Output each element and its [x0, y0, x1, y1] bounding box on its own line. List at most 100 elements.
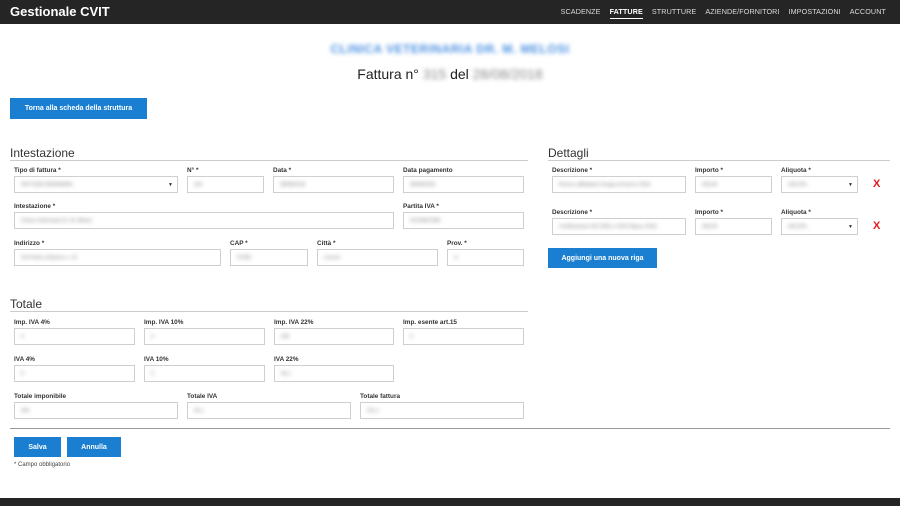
- dettagli-divider: [548, 160, 890, 161]
- save-button[interactable]: Salva: [14, 437, 61, 457]
- nav-fatture[interactable]: FATTURE: [609, 6, 643, 19]
- totale-fattura-input[interactable]: 311,1: [360, 402, 524, 419]
- descrizione-input[interactable]: Ricerca affidatario Gruppo di lavoro 201…: [552, 176, 686, 193]
- app-title[interactable]: Gestionale CVIT: [10, 4, 110, 19]
- descrizione-input[interactable]: Certificazione ISO 9001 e 2015 Marzo 201…: [552, 218, 686, 235]
- tipo-fattura-select[interactable]: FATTURA ORDINARIA ▼: [14, 176, 178, 193]
- invoice-date: 28/08/2018: [472, 66, 543, 82]
- invoice-number: 315: [422, 66, 447, 82]
- imp-esente-input[interactable]: 0: [403, 328, 524, 345]
- imp-iva-22-input[interactable]: 255: [274, 328, 394, 345]
- totale-imponibile-label: Totale imponibile: [14, 393, 67, 400]
- date-prefix: del: [450, 66, 469, 82]
- nav-strutture[interactable]: STRUTTURE: [652, 0, 696, 24]
- descrizione-label: Descrizione *: [552, 209, 593, 216]
- nav-account[interactable]: ACCOUNT: [850, 0, 886, 24]
- tipo-fattura-value: FATTURA ORDINARIA: [21, 182, 73, 188]
- tipo-fattura-label: Tipo di fattura *: [14, 167, 61, 174]
- descrizione-value: Ricerca affidatario Gruppo di lavoro 201…: [559, 182, 651, 188]
- imp-iva-4-input[interactable]: 0: [14, 328, 135, 345]
- iva-22-label: IVA 22%: [274, 356, 299, 363]
- aliquota-select[interactable]: IVA 22% ▼: [781, 218, 858, 235]
- aliquota-label: Aliquota *: [781, 167, 811, 174]
- iva-4-input[interactable]: 0: [14, 365, 135, 382]
- intestazione-value: Clinica Veterinaria Dr. M. Melosi: [21, 218, 92, 224]
- caret-down-icon: ▼: [848, 224, 853, 230]
- cap-input[interactable]: 57000: [230, 249, 308, 266]
- imp-iva-4-value: 0: [21, 334, 24, 340]
- totale-imponibile-input[interactable]: 255: [14, 402, 178, 419]
- cap-value: 57000: [237, 255, 251, 261]
- intestazione-heading: Intestazione: [10, 146, 75, 160]
- iva-10-input[interactable]: 0: [144, 365, 265, 382]
- delete-row-icon[interactable]: X: [873, 220, 880, 232]
- partita-iva-input[interactable]: 01234567890: [403, 212, 524, 229]
- caret-down-icon: ▼: [848, 182, 853, 188]
- invoice-prefix: Fattura n°: [357, 66, 419, 82]
- totale-divider: [10, 311, 528, 312]
- add-row-button[interactable]: Aggiungi una nuova riga: [548, 248, 657, 268]
- descrizione-label: Descrizione *: [552, 167, 593, 174]
- citta-value: Livorno: [324, 255, 341, 261]
- totale-fattura-value: 311,1: [367, 408, 380, 414]
- imp-iva-10-input[interactable]: 0: [144, 328, 265, 345]
- clinic-name-text: CLINICA VETERINARIA DR. M. MELOSI: [330, 42, 570, 56]
- data-input[interactable]: 28/08/2018: [273, 176, 394, 193]
- iva-10-label: IVA 10%: [144, 356, 169, 363]
- importo-value: 200,00: [702, 182, 718, 188]
- imp-iva-4-label: Imp. IVA 4%: [14, 319, 50, 326]
- caret-down-icon: ▼: [168, 182, 173, 188]
- citta-input[interactable]: Livorno: [317, 249, 438, 266]
- imp-iva-10-label: Imp. IVA 10%: [144, 319, 184, 326]
- importo-label: Importo *: [695, 167, 724, 174]
- data-label: Data *: [273, 167, 292, 174]
- nav-aziende-fornitori[interactable]: AZIENDE/FORNITORI: [705, 0, 779, 24]
- importo-input[interactable]: 200,00: [695, 176, 772, 193]
- footer-bar: [0, 498, 900, 506]
- numero-value: 315: [194, 182, 203, 188]
- importo-value: 200,00: [702, 224, 718, 230]
- intestazione-input[interactable]: Clinica Veterinaria Dr. M. Melosi: [14, 212, 394, 229]
- indirizzo-value: Via Ponte al Bacino n. 15: [21, 255, 78, 261]
- top-navbar: Gestionale CVIT SCADENZE FATTURE STRUTTU…: [0, 0, 900, 24]
- page-title: Fattura n° 315 del 28/08/2018: [0, 66, 900, 82]
- partita-iva-label: Partita IVA *: [403, 203, 439, 210]
- provincia-input[interactable]: LI: [447, 249, 524, 266]
- data-value: 28/08/2018: [280, 182, 306, 188]
- totale-imponibile-value: 255: [21, 408, 30, 414]
- iva-10-value: 0: [151, 371, 154, 377]
- provincia-label: Prov. *: [447, 240, 467, 247]
- iva-22-input[interactable]: 56,1: [274, 365, 394, 382]
- totale-fattura-label: Totale fattura: [360, 393, 401, 400]
- iva-22-value: 56,1: [281, 371, 291, 377]
- iva-4-value: 0: [21, 371, 24, 377]
- importo-input[interactable]: 200,00: [695, 218, 772, 235]
- imp-esente-value: 0: [410, 334, 413, 340]
- data-pagamento-label: Data pagamento: [403, 167, 453, 174]
- imp-iva-10-value: 0: [151, 334, 154, 340]
- aliquota-value: IVA 22%: [788, 224, 807, 230]
- aliquota-select[interactable]: IVA 22% ▼: [781, 176, 858, 193]
- numero-label: N° *: [187, 167, 199, 174]
- nav-scadenze[interactable]: SCADENZE: [561, 0, 601, 24]
- descrizione-value: Certificazione ISO 9001 e 2015 Marzo 201…: [559, 224, 657, 230]
- imp-esente-label: Imp. esente art.15: [403, 319, 457, 326]
- actions-divider: [10, 428, 890, 429]
- totale-iva-label: Totale IVA: [187, 393, 218, 400]
- totale-heading: Totale: [10, 297, 43, 311]
- data-pagamento-input[interactable]: 28/08/2018: [403, 176, 524, 193]
- dettagli-heading: Dettagli: [548, 146, 589, 160]
- totale-iva-value: 56,1: [194, 408, 204, 414]
- numero-input[interactable]: 315: [187, 176, 264, 193]
- provincia-value: LI: [454, 255, 459, 261]
- totale-iva-input[interactable]: 56,1: [187, 402, 351, 419]
- data-pagamento-value: 28/08/2018: [410, 182, 436, 188]
- partita-iva-value: 01234567890: [410, 218, 441, 224]
- intestazione-label: Intestazione *: [14, 203, 56, 210]
- cancel-button[interactable]: Annulla: [67, 437, 121, 457]
- back-to-structure-button[interactable]: Torna alla scheda della struttura: [10, 98, 147, 119]
- indirizzo-input[interactable]: Via Ponte al Bacino n. 15: [14, 249, 221, 266]
- delete-row-icon[interactable]: X: [873, 178, 880, 190]
- aliquota-value: IVA 22%: [788, 182, 807, 188]
- nav-impostazioni[interactable]: IMPOSTAZIONI: [789, 0, 841, 24]
